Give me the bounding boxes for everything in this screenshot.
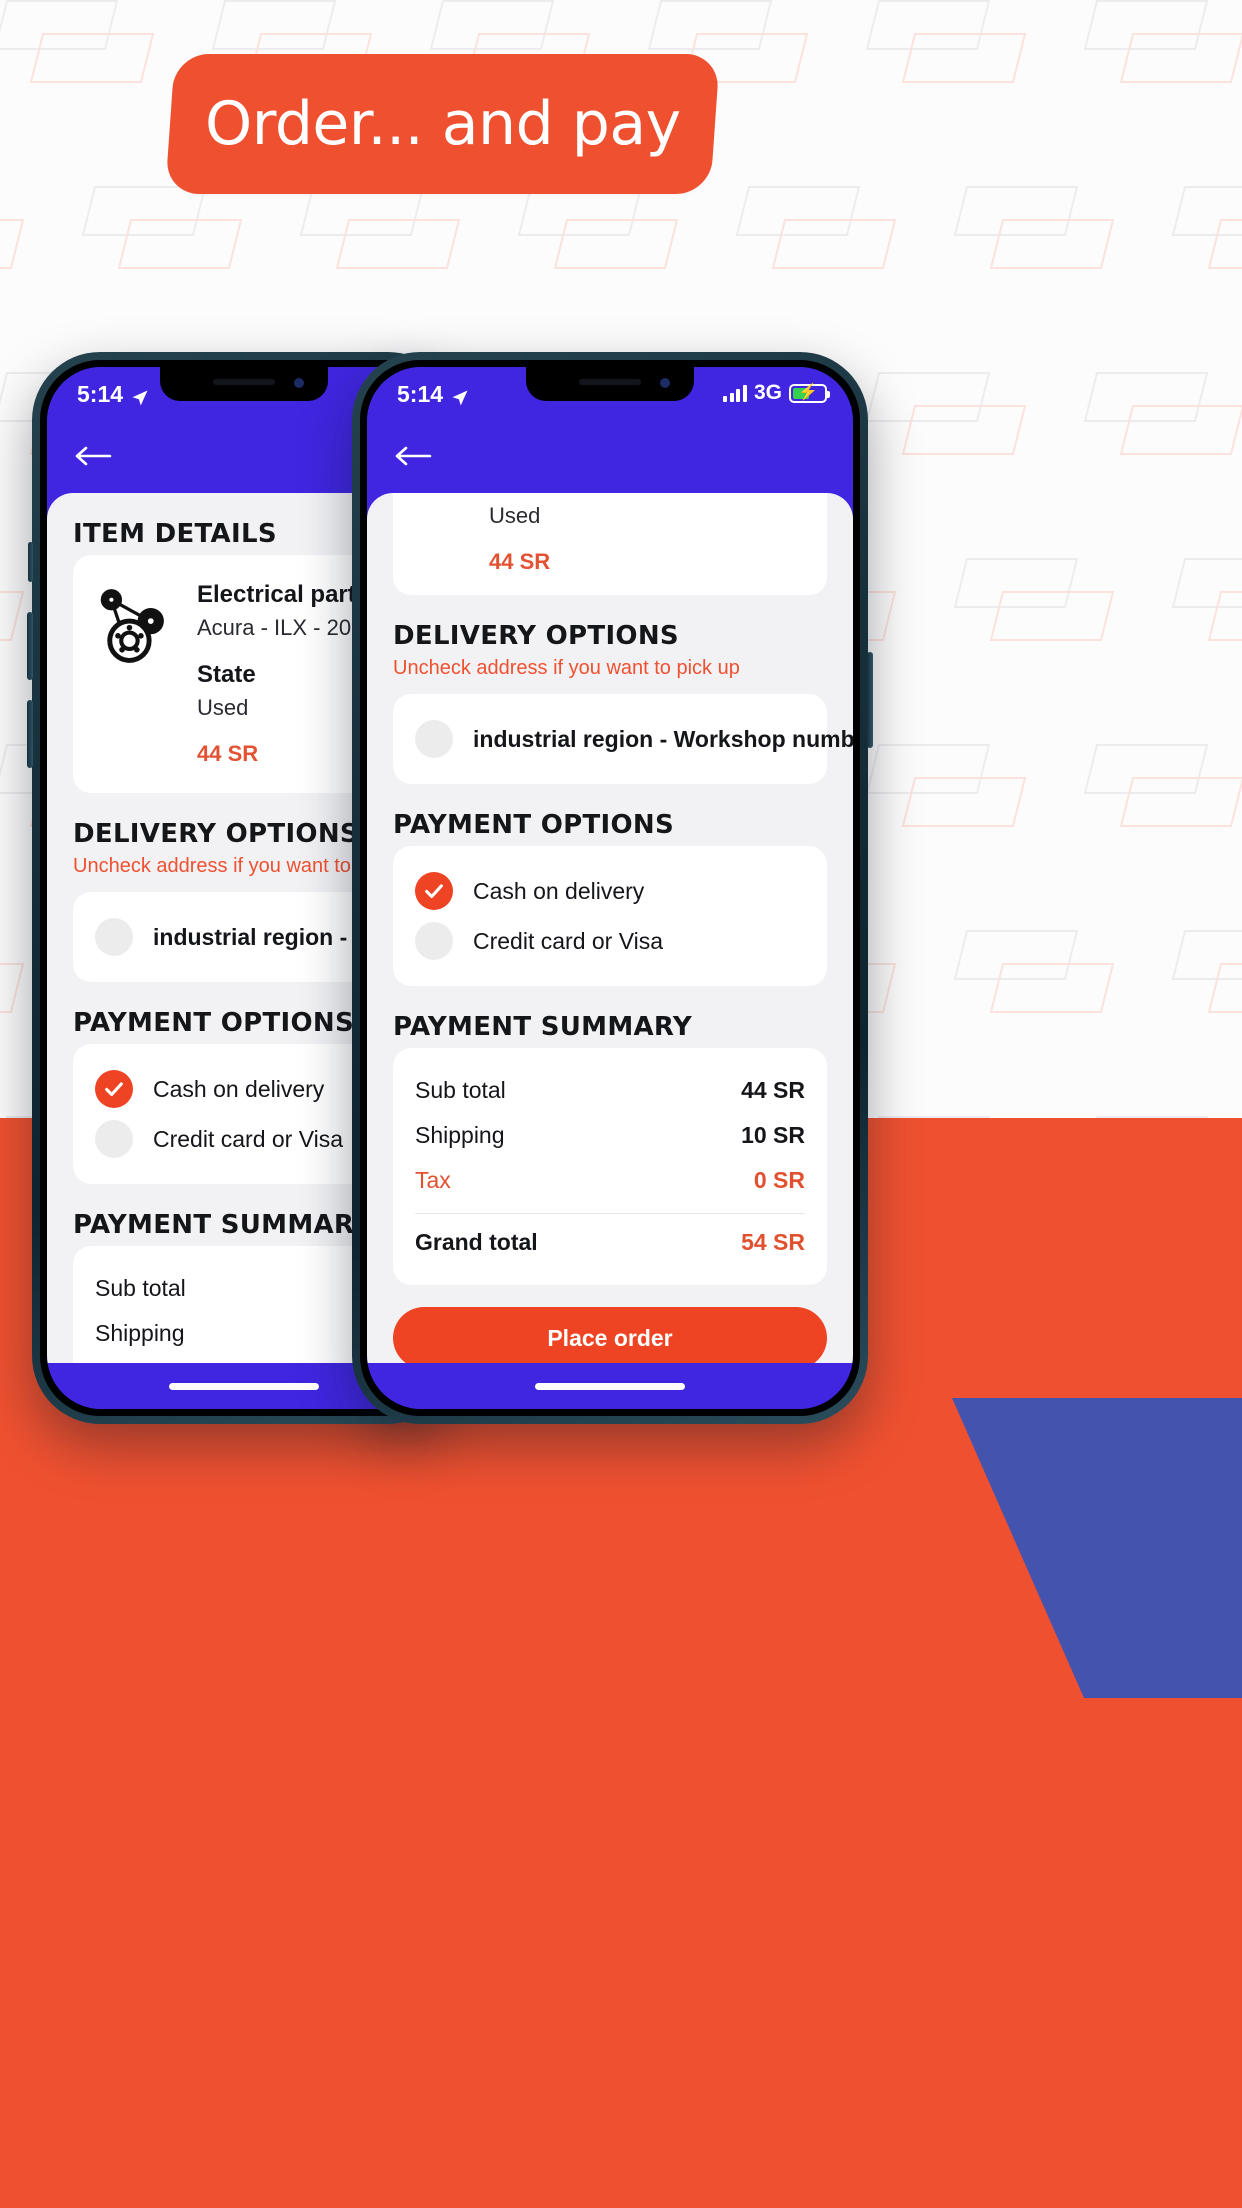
payment-option-label: Credit card or Visa xyxy=(153,1125,344,1152)
section-title-payment-summary-right: PAYMENT SUMMARY xyxy=(393,1012,692,1042)
network-type-label: 3G xyxy=(753,381,782,404)
home-indicator[interactable] xyxy=(535,1382,685,1390)
blue-wedge-shape xyxy=(952,1398,1242,1698)
app-bar-right xyxy=(367,419,853,493)
volume-down-button xyxy=(27,700,33,768)
summary-row: Tax 0 SR xyxy=(415,1158,805,1203)
credit-card-radio-left[interactable] xyxy=(95,1120,133,1158)
summary-divider xyxy=(415,1213,805,1214)
app-screen-right: 5:14 3G ⚡ Used 44 SR DELIVERY OPTIONS Un… xyxy=(367,367,853,1409)
serpentine-belt-icon xyxy=(95,585,177,667)
delivery-address-label-right: industrial region - Workshop number: 800 xyxy=(473,725,853,752)
cash-on-delivery-radio-left[interactable] xyxy=(95,1070,133,1108)
item-price-right: 44 SR xyxy=(489,549,551,574)
status-left-cluster: 5:14 xyxy=(77,381,149,408)
payment-option-label: Cash on delivery xyxy=(473,877,645,904)
home-indicator-bar-right xyxy=(367,1363,853,1409)
headline-text: Order... and pay xyxy=(204,89,681,159)
summary-key: Tax xyxy=(415,1167,451,1193)
front-camera xyxy=(660,378,670,388)
summary-key: Sub total xyxy=(95,1275,186,1301)
payment-option-row[interactable]: Cash on delivery xyxy=(95,1064,393,1114)
summary-row: Tax xyxy=(95,1356,393,1363)
back-arrow-icon[interactable] xyxy=(395,444,433,468)
section-title-delivery-right: DELIVERY OPTIONS xyxy=(393,621,679,651)
place-order-button[interactable]: Place order xyxy=(393,1307,827,1363)
item-state-label-right: State xyxy=(489,493,805,497)
payment-option-label: Credit card or Visa xyxy=(473,927,664,954)
summary-value: 0 SR xyxy=(753,1167,805,1193)
payment-summary-card-right: Sub total 44 SR Shipping 10 SR Tax 0 SR xyxy=(393,1048,827,1285)
payment-option-label: Cash on delivery xyxy=(153,1075,325,1102)
home-indicator[interactable] xyxy=(169,1382,319,1390)
battery-charging-icon: ⚡ xyxy=(789,383,830,403)
payment-option-row[interactable]: Cash on delivery xyxy=(415,866,805,916)
earpiece-speaker xyxy=(579,379,641,385)
location-arrow-icon xyxy=(451,386,469,405)
summary-row: Sub total xyxy=(95,1266,393,1311)
content-sheet-right[interactable]: State Used 44 SR DELIVERY OPTIONS Unchec… xyxy=(367,493,853,1363)
item-details-card-partial: State Used 44 SR xyxy=(393,493,827,595)
back-arrow-icon[interactable] xyxy=(75,444,113,468)
status-right-cluster: 3G ⚡ xyxy=(723,381,830,405)
status-time: 5:14 xyxy=(397,381,444,407)
phone-body-right: 5:14 3G ⚡ Used 44 SR DELIVERY OPTIONS Un… xyxy=(360,360,860,1416)
payment-options-card-right: Cash on delivery Credit card or Visa xyxy=(393,846,827,986)
phone-mockup-right: 5:14 3G ⚡ Used 44 SR DELIVERY OPTIONS Un… xyxy=(352,352,873,1424)
earpiece-speaker xyxy=(213,379,275,385)
summary-row: Shipping 10 SR xyxy=(415,1113,805,1158)
grand-total-value: 54 SR xyxy=(741,1229,805,1255)
power-button xyxy=(867,652,873,748)
status-bar-right: 5:14 3G ⚡ xyxy=(367,367,853,419)
delivery-address-row-right[interactable]: industrial region - Workshop number: 800 xyxy=(415,714,853,764)
delivery-address-radio-left[interactable] xyxy=(95,918,133,956)
payment-option-row[interactable]: Credit card or Visa xyxy=(95,1114,393,1164)
summary-key: Shipping xyxy=(95,1320,185,1346)
front-camera xyxy=(294,378,304,388)
delivery-address-row-left[interactable]: industrial region - Worksho xyxy=(95,912,441,962)
poster-canvas: Order... and pay 5:14 ITEM DETAILS Elect… xyxy=(0,0,1242,2208)
summary-value: 10 SR xyxy=(741,1122,805,1148)
payment-option-row[interactable]: Credit card or Visa xyxy=(415,916,805,966)
summary-key: Shipping xyxy=(415,1122,505,1148)
notch-left xyxy=(160,367,328,401)
headline-ribbon: Order... and pay xyxy=(165,54,720,194)
summary-value: 44 SR xyxy=(741,1077,805,1103)
status-time: 5:14 xyxy=(77,381,124,407)
summary-row: Sub total 44 SR xyxy=(415,1068,805,1113)
notch-right xyxy=(526,367,694,401)
cash-on-delivery-radio-right[interactable] xyxy=(415,872,453,910)
signal-bars-icon xyxy=(723,384,747,402)
delivery-address-radio-right[interactable] xyxy=(415,720,453,758)
summary-row: Shipping xyxy=(95,1311,393,1356)
summary-key: Sub total xyxy=(415,1077,506,1103)
section-title-payment-options-right: PAYMENT OPTIONS xyxy=(393,810,674,840)
volume-up-button xyxy=(27,612,33,680)
status-left-cluster: 5:14 xyxy=(397,381,469,408)
delivery-card-right: industrial region - Workshop number: 800 xyxy=(393,694,853,784)
scroll-container-right: State Used 44 SR DELIVERY OPTIONS Unchec… xyxy=(367,493,853,1363)
credit-card-radio-right[interactable] xyxy=(415,922,453,960)
charging-bolt-icon: ⚡ xyxy=(798,384,818,401)
location-arrow-icon xyxy=(131,386,149,405)
grand-total-key: Grand total xyxy=(415,1229,538,1255)
item-state-value-right: Used xyxy=(489,503,541,528)
mute-switch xyxy=(28,542,33,582)
grand-total-row: Grand total 54 SR xyxy=(415,1220,805,1265)
delivery-note-right: Uncheck address if you want to pick up xyxy=(393,657,740,679)
